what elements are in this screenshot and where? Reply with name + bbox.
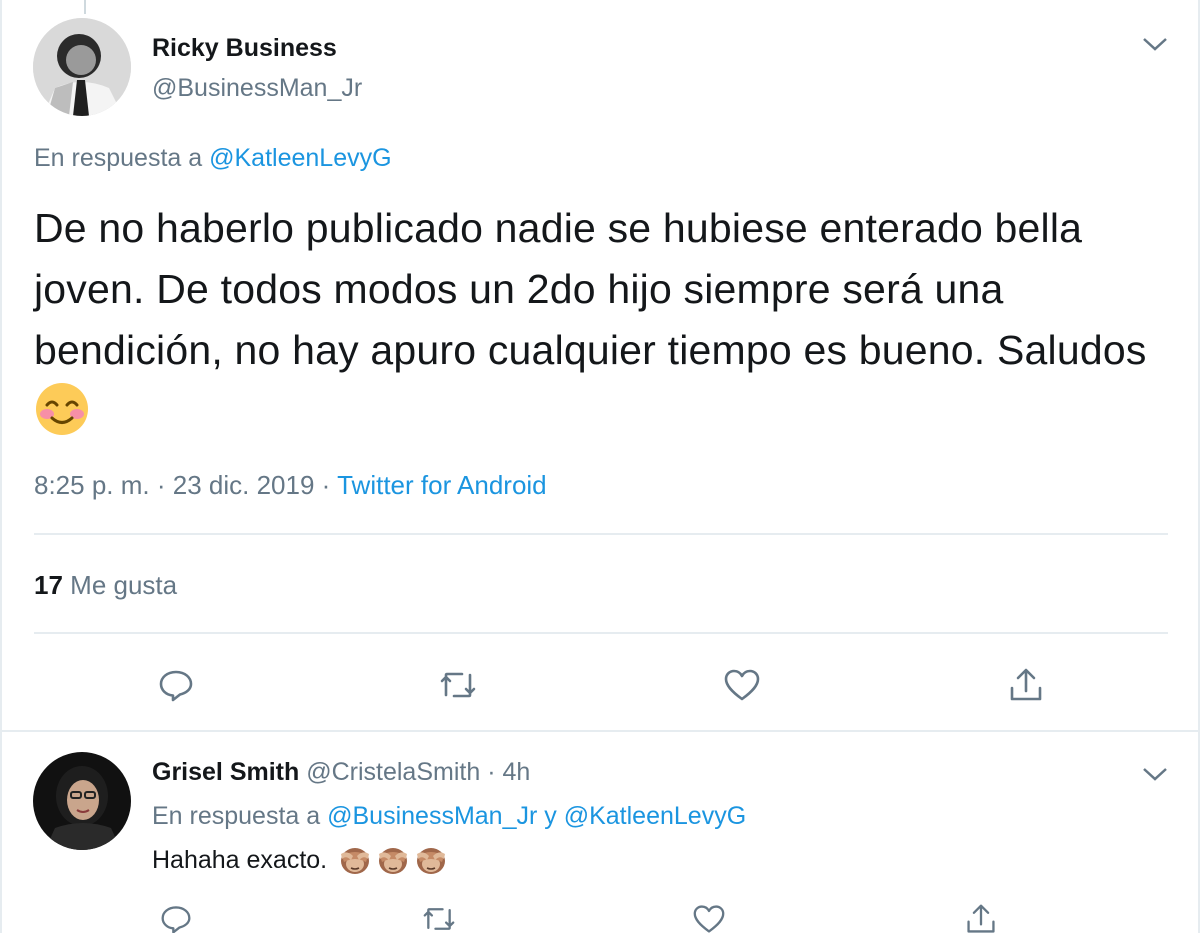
tweet-detail-panel [0,0,1200,933]
tweet-separator [2,730,1198,732]
reply-to-link[interactable]: @KatleenLevyG [209,144,391,172]
smiling-face-emoji-icon [34,381,90,437]
reply-to-link[interactable]: @BusinessMan_Jr [327,802,537,830]
tweet-meta: 8:25 p. m. · 23 dic. 2019 · Twitter for … [34,470,547,500]
reply-header: Grisel Smith @CristelaSmith · 4h [152,758,531,786]
see-no-evil-monkey-icon [414,842,448,876]
see-no-evil-monkey-icon [376,842,410,876]
retweet-icon[interactable] [435,662,481,708]
author-handle[interactable]: @BusinessMan_Jr [152,74,362,103]
tweet-text: De no haberlo publicado nadie se hubiese… [34,198,1154,444]
reply-age[interactable]: 4h [502,758,530,786]
reply-conjunction: y [544,802,557,830]
reply-context: En respuesta a @BusinessMan_Jr y @Katlee… [152,802,746,831]
share-icon[interactable] [958,896,1004,933]
reply-author-name[interactable]: Grisel Smith [152,758,299,786]
reply-prefix: En respuesta a [34,144,203,172]
share-icon[interactable] [1003,662,1049,708]
heart-icon[interactable] [686,896,732,933]
author-avatar[interactable] [33,18,131,116]
reply-text: Hahaha exacto. [152,842,448,876]
chevron-down-icon[interactable] [1140,32,1170,56]
reply-author-avatar[interactable] [33,752,131,850]
tweet-body: De no haberlo publicado nadie se hubiese… [34,205,1147,373]
retweet-icon[interactable] [416,896,462,933]
tweet-source[interactable]: Twitter for Android [337,470,547,500]
author-name[interactable]: Ricky Business [152,34,337,63]
tweet-date[interactable]: 23 dic. 2019 [173,470,315,500]
reply-prefix: En respuesta a [152,802,321,830]
divider [34,632,1168,634]
reply-body: Hahaha exacto. [152,846,328,874]
likes-label: Me gusta [70,570,178,600]
thread-connector-line [84,0,86,14]
reply-icon[interactable] [153,896,199,933]
likes-count: 17 [34,570,63,600]
reply-context: En respuesta a @KatleenLevyG [34,144,392,173]
reply-icon[interactable] [153,662,199,708]
likes-stat[interactable]: 17 Me gusta [34,570,177,601]
divider [34,533,1168,535]
heart-icon[interactable] [719,662,765,708]
see-no-evil-monkey-icon [338,842,372,876]
reply-author-handle[interactable]: @CristelaSmith [306,758,480,786]
chevron-down-icon[interactable] [1140,762,1170,786]
reply-to-link[interactable]: @KatleenLevyG [564,802,746,830]
tweet-time[interactable]: 8:25 p. m. [34,470,150,500]
